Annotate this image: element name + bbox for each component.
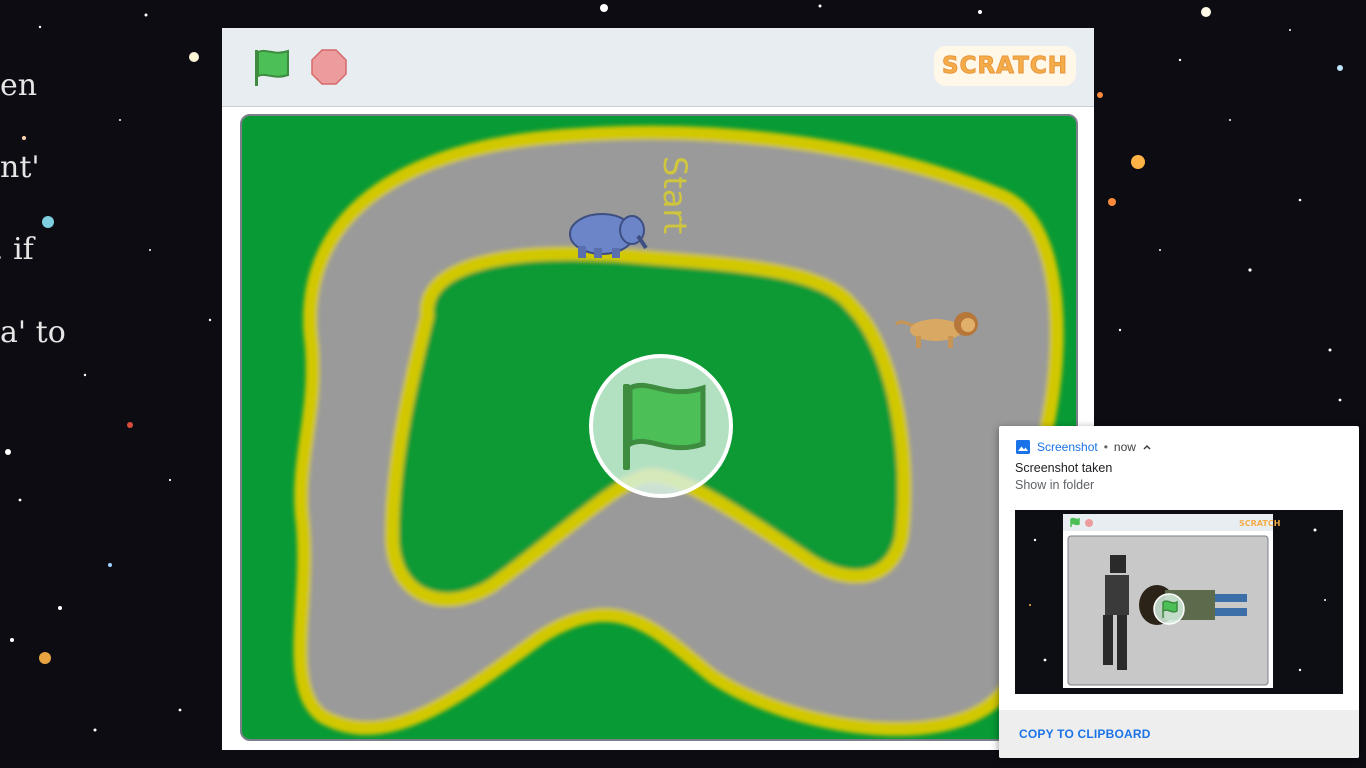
scratch-player: SCRATCH Start — [222, 28, 1094, 750]
background-text-line-1: en — [0, 68, 38, 103]
green-flag-icon — [255, 49, 289, 86]
notification-time: now — [1113, 440, 1136, 454]
stop-icon — [311, 49, 347, 85]
notification-actions: COPY TO CLIPBOARD — [999, 710, 1359, 758]
green-flag-icon — [623, 382, 706, 470]
green-flag-button[interactable] — [252, 46, 292, 88]
image-icon — [1016, 440, 1030, 454]
notification-app-name: Screenshot — [1037, 440, 1098, 454]
start-label: Start — [656, 156, 694, 234]
notification-title: Screenshot taken — [1015, 461, 1113, 475]
screenshot-notification: Screenshot • now Screenshot taken Show i… — [999, 426, 1359, 758]
chevron-up-icon[interactable] — [1142, 442, 1152, 452]
notification-header[interactable]: Screenshot • now — [1015, 438, 1152, 456]
stage[interactable]: Start — [240, 114, 1078, 741]
scratch-logo[interactable]: SCRATCH — [934, 46, 1076, 86]
thumbnail-logo: SCRATCH — [1239, 519, 1280, 528]
show-in-folder-link[interactable]: Show in folder — [1015, 478, 1094, 492]
player-controls-bar: SCRATCH — [222, 28, 1094, 107]
stop-button[interactable] — [310, 48, 348, 86]
background-text-line-4: a' to — [0, 315, 66, 350]
notification-separator: • — [1103, 440, 1108, 454]
start-overlay-button[interactable] — [589, 354, 733, 498]
background-text-line-3: . if — [0, 232, 34, 267]
background-text-line-2: nt' — [0, 150, 40, 185]
copy-to-clipboard-button[interactable]: COPY TO CLIPBOARD — [1019, 727, 1151, 741]
screenshot-thumbnail[interactable]: SCRATCH — [1015, 510, 1343, 694]
